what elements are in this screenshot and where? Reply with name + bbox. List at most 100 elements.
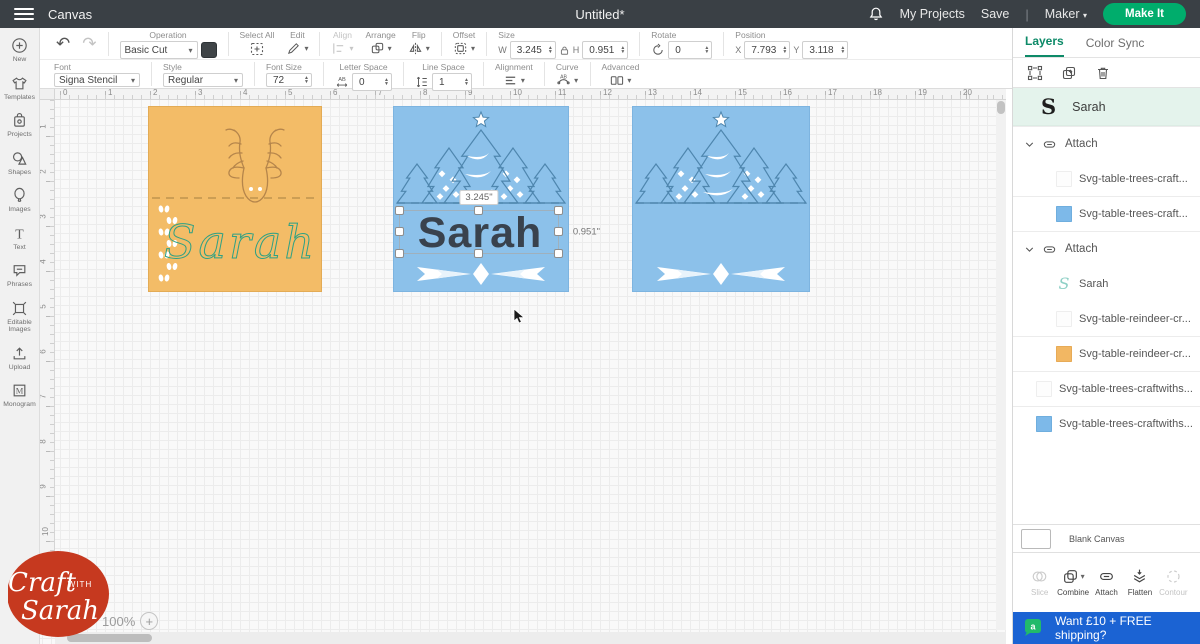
arrange-button[interactable]: Arrange ▾: [360, 28, 402, 59]
stepper[interactable]: ▲▼: [620, 46, 625, 54]
sidebar-item-text[interactable]: T Text: [0, 220, 40, 258]
selection-handle[interactable]: [474, 249, 483, 258]
machine-select[interactable]: Maker ▾: [1045, 7, 1087, 21]
layer-label: Svg-table-reindeer-cr...: [1079, 313, 1191, 325]
layer-row[interactable]: Svg-table-reindeer-cr...: [1013, 301, 1200, 336]
operation-select[interactable]: Basic Cut▾: [120, 41, 198, 59]
layer-row[interactable]: Svg-table-trees-craftwiths...: [1013, 406, 1200, 441]
selection-handle[interactable]: [395, 249, 404, 258]
undo-button[interactable]: ↶: [50, 28, 76, 59]
advanced-icon: [609, 73, 624, 88]
trash-icon[interactable]: [1095, 65, 1111, 81]
trees-place-card[interactable]: [632, 106, 810, 292]
craft-with-sarah-logo: Craft WITH Sarah: [8, 551, 110, 644]
line-space-input[interactable]: 1 ▲▼: [432, 73, 472, 91]
attach-tool-button[interactable]: Attach: [1090, 568, 1123, 597]
chevron-down-icon[interactable]: [1023, 243, 1036, 256]
height-input[interactable]: 0.951 ▲▼: [582, 41, 628, 59]
offset-button[interactable]: Offset ▾: [447, 28, 482, 59]
tab-layers[interactable]: Layers: [1025, 34, 1064, 57]
bell-icon[interactable]: [868, 6, 884, 22]
stepper[interactable]: ▲▼: [840, 46, 845, 54]
tool-label: Flatten: [1128, 588, 1152, 597]
stepper[interactable]: ▲▼: [464, 78, 469, 86]
stepper[interactable]: ▲▼: [704, 46, 709, 54]
sidebar-item-editable-images[interactable]: EditableImages: [0, 295, 40, 340]
chevron-down-icon[interactable]: [1023, 138, 1036, 151]
zoom-in-button[interactable]: +: [140, 612, 158, 630]
selection-handle[interactable]: [554, 249, 563, 258]
promo-banner[interactable]: a Want £10 + FREE shipping?: [1013, 612, 1200, 644]
selection-bounding-box[interactable]: 3.245" 0.951": [399, 210, 559, 254]
layer-row[interactable]: SSarah: [1013, 266, 1200, 301]
layer-row[interactable]: Svg-table-trees-craft...: [1013, 161, 1200, 196]
logo-word-sarah: Sarah: [21, 596, 99, 626]
width-input[interactable]: 3.245 ▲▼: [510, 41, 556, 59]
selection-handle[interactable]: [474, 206, 483, 215]
layer-row[interactable]: Svg-table-trees-craftwiths...: [1013, 371, 1200, 406]
layer-row[interactable]: Svg-table-reindeer-cr...: [1013, 336, 1200, 371]
layer-row[interactable]: Svg-table-trees-craft...: [1013, 196, 1200, 231]
font-size-input[interactable]: 72 ▲▼: [266, 73, 312, 87]
my-projects-link[interactable]: My Projects: [900, 7, 965, 21]
shapes-icon: [11, 150, 28, 167]
stepper[interactable]: ▲▼: [548, 46, 553, 54]
sidebar-item-new[interactable]: New: [0, 32, 40, 70]
selection-handle[interactable]: [395, 227, 404, 236]
selection-handle[interactable]: [395, 206, 404, 215]
sidebar-item-images[interactable]: Images: [0, 182, 40, 220]
select-all-button[interactable]: Select All: [234, 28, 281, 59]
plus-circle-icon: [11, 37, 28, 54]
color-swatch[interactable]: [201, 42, 217, 58]
style-select[interactable]: Regular▾: [163, 73, 243, 87]
layer-group-attach[interactable]: Attach: [1013, 126, 1200, 161]
edit-button[interactable]: Edit ▾: [280, 28, 314, 59]
curve-button[interactable]: Curve AB ▾: [550, 60, 585, 88]
layer-row-selected[interactable]: S Sarah: [1013, 88, 1200, 126]
design-canvas[interactable]: 01234567891011121314151617181920 1234567…: [40, 89, 1006, 644]
save-link[interactable]: Save: [981, 7, 1010, 21]
position-y-input[interactable]: 3.118 ▲▼: [802, 41, 848, 59]
advanced-button[interactable]: Advanced ▾: [596, 60, 646, 88]
make-it-button[interactable]: Make It: [1103, 3, 1186, 25]
sidebar-item-monogram[interactable]: M Monogram: [0, 377, 40, 415]
sidebar-item-phrases[interactable]: Phrases: [0, 257, 40, 295]
hamburger-menu-icon[interactable]: [14, 8, 34, 20]
horizontal-scrollbar[interactable]: [55, 632, 1006, 644]
blank-canvas-swatch[interactable]: [1021, 529, 1051, 549]
flatten-tool-button[interactable]: Flatten: [1123, 568, 1156, 597]
scrollbar-thumb[interactable]: [997, 101, 1005, 114]
lock-icon[interactable]: [559, 45, 570, 56]
sidebar-item-shapes[interactable]: Shapes: [0, 145, 40, 183]
rotate-icon[interactable]: [651, 43, 665, 57]
banner-text: Want £10 + FREE shipping?: [1055, 614, 1200, 642]
font-size-group: Font Size 72 ▲▼: [260, 60, 318, 88]
vertical-scrollbar[interactable]: [996, 100, 1006, 630]
selection-handle[interactable]: [554, 206, 563, 215]
reindeer-place-card[interactable]: Sarah: [148, 106, 322, 292]
blank-canvas-row[interactable]: Blank Canvas: [1013, 524, 1200, 552]
flip-button[interactable]: Flip ▾: [402, 28, 436, 59]
ruler-number: 10: [513, 88, 522, 97]
sidebar-item-templates[interactable]: Templates: [0, 70, 40, 108]
sidebar-item-upload[interactable]: Upload: [0, 340, 40, 378]
duplicate-icon[interactable]: [1061, 65, 1077, 81]
group-icon[interactable]: [1027, 65, 1043, 81]
selection-handle[interactable]: [554, 227, 563, 236]
tab-color-sync[interactable]: Color Sync: [1086, 36, 1145, 57]
font-select[interactable]: Signa Stencil▾: [54, 73, 140, 87]
layers-panel: Layers Color Sync ▲ S S: [1012, 28, 1200, 644]
redo-button[interactable]: ↷: [76, 28, 102, 59]
sidebar-item-projects[interactable]: Projects: [0, 107, 40, 145]
alignment-button[interactable]: Alignment ▾: [489, 60, 539, 88]
chevron-down-icon: ▾: [426, 44, 430, 53]
letter-space-input[interactable]: 0 ▲▼: [352, 73, 392, 91]
position-x-input[interactable]: 7.793 ▲▼: [744, 41, 790, 59]
rotate-input[interactable]: 0 ▲▼: [668, 41, 712, 59]
layer-group-attach[interactable]: Attach: [1013, 231, 1200, 266]
stepper[interactable]: ▲▼: [782, 46, 787, 54]
stepper[interactable]: ▲▼: [304, 76, 309, 84]
selection-height-label: 0.951": [573, 227, 600, 238]
combine-tool-button[interactable]: ▾ Combine: [1056, 568, 1089, 597]
stepper[interactable]: ▲▼: [384, 78, 389, 86]
